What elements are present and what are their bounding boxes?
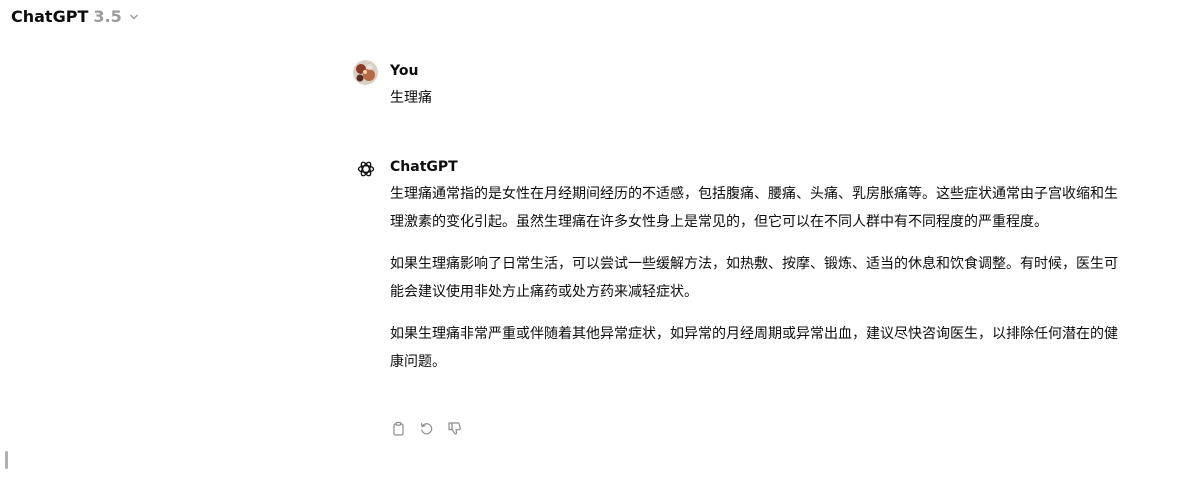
refresh-icon — [420, 422, 432, 434]
assistant-message: 生理痛通常指的是女性在月经期间经历的不适感，包括腹痛、腰痛、头痛、乳房胀痛等。这… — [390, 180, 1125, 390]
model-selector[interactable]: ChatGPT 3.5 — [11, 7, 140, 26]
clipboard-icon — [392, 421, 404, 436]
model-name: ChatGPT — [11, 7, 89, 26]
assistant-author: ChatGPT — [390, 159, 458, 175]
assistant-paragraph: 如果生理痛非常严重或伴随着其他异常症状，如异常的月经周期或异常出血，建议尽快咨询… — [390, 326, 1118, 370]
user-message: 生理痛 — [390, 90, 432, 106]
scroll-handle[interactable] — [5, 451, 8, 469]
message-actions — [390, 420, 462, 436]
chevron-down-icon — [129, 14, 138, 19]
thumbs-down-icon — [447, 421, 461, 435]
dislike-button[interactable] — [446, 420, 462, 436]
user-author: You — [390, 63, 419, 79]
assistant-paragraph: 如果生理痛影响了日常生活，可以尝试一些缓解方法，如热敷、按摩、锻炼、适当的休息和… — [390, 256, 1118, 300]
copy-button[interactable] — [390, 420, 406, 436]
user-avatar — [353, 60, 378, 85]
regenerate-button[interactable] — [418, 420, 434, 436]
openai-logo-icon — [357, 161, 375, 177]
model-version: 3.5 — [93, 7, 122, 26]
assistant-paragraph: 生理痛通常指的是女性在月经期间经历的不适感，包括腹痛、腰痛、头痛、乳房胀痛等。这… — [390, 186, 1118, 230]
